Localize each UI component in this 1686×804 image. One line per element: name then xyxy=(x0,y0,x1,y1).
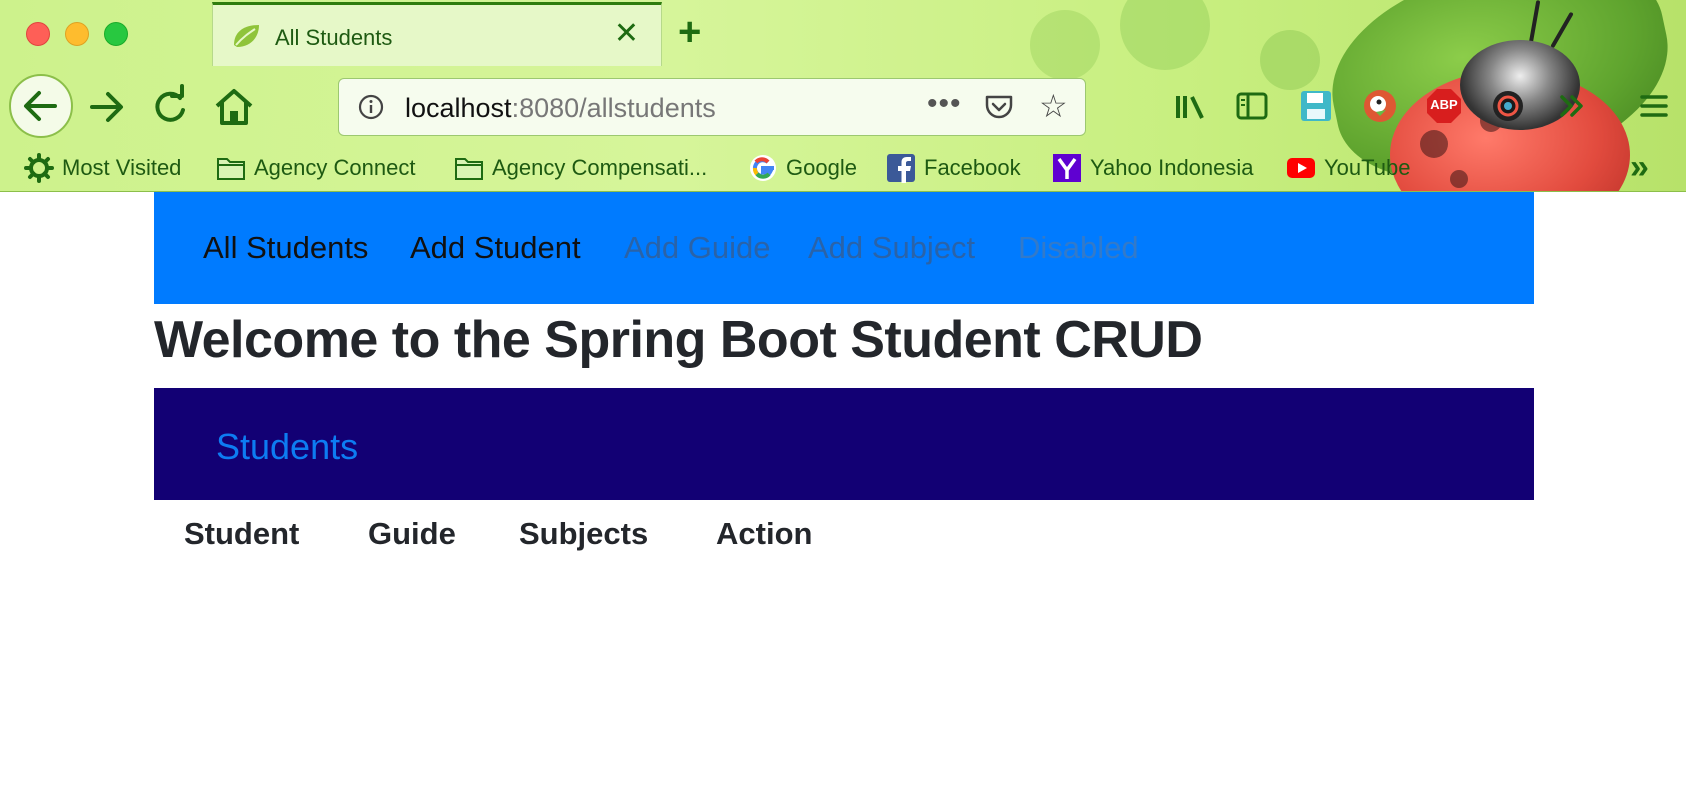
students-table-header: Student Guide Subjects Action xyxy=(154,504,1534,554)
home-icon xyxy=(215,89,253,125)
browser-chrome: All Students ✕ + localhost:8080/allstude… xyxy=(0,0,1686,192)
pocket-icon[interactable] xyxy=(983,91,1015,123)
tab-title: All Students xyxy=(275,25,393,50)
gear-icon xyxy=(24,153,54,183)
top-navbar: All Students Add Student Add Guide Add S… xyxy=(154,192,1534,304)
bookmarks-toolbar: Most Visited Agency Connect Agency Compe… xyxy=(0,148,1686,188)
bookmark-agency-connect[interactable]: Agency Connect xyxy=(216,152,415,184)
adblock-plus-label: ABP xyxy=(1430,97,1458,112)
bookmark-label: Google xyxy=(786,155,857,180)
nav-add-subject[interactable]: Add Subject xyxy=(808,230,975,266)
duckduckgo-icon[interactable] xyxy=(1362,88,1398,124)
minimize-window-button[interactable] xyxy=(65,22,89,46)
bookmark-label: Agency Compensati... xyxy=(492,155,708,180)
bookmark-yahoo[interactable]: Yahoo Indonesia xyxy=(1052,152,1254,184)
reload-button[interactable] xyxy=(140,78,198,136)
close-window-button[interactable] xyxy=(26,22,50,46)
overflow-chevron-icon[interactable] xyxy=(1554,88,1590,124)
column-header-action: Action xyxy=(716,516,813,551)
browser-tab[interactable]: All Students ✕ xyxy=(212,2,662,66)
bookmark-label: YouTube xyxy=(1324,155,1411,180)
bookmark-label: Most Visited xyxy=(62,155,182,180)
column-header-subjects: Subjects xyxy=(519,516,649,551)
bookmark-agency-compensation[interactable]: Agency Compensati... xyxy=(454,152,707,184)
folder-icon xyxy=(455,158,483,180)
nav-all-students[interactable]: All Students xyxy=(203,230,368,266)
google-icon xyxy=(750,155,776,181)
page-title: Welcome to the Spring Boot Student CRUD xyxy=(154,311,1203,369)
nav-disabled: Disabled xyxy=(1018,230,1139,265)
forward-button[interactable] xyxy=(78,78,136,136)
library-icon[interactable] xyxy=(1172,88,1208,124)
back-arrow-icon xyxy=(24,91,57,121)
bookmark-facebook[interactable]: Facebook xyxy=(886,152,1021,184)
page-content: All Students Add Student Add Guide Add S… xyxy=(0,192,1686,804)
nav-add-guide[interactable]: Add Guide xyxy=(624,230,771,266)
yahoo-icon xyxy=(1053,154,1081,182)
background-decoration xyxy=(1260,30,1320,90)
page-actions-icon[interactable]: ••• xyxy=(927,87,962,121)
bookmark-youtube[interactable]: YouTube xyxy=(1286,152,1410,184)
save-page-icon[interactable] xyxy=(1298,88,1334,124)
bookmark-label: Agency Connect xyxy=(254,155,416,180)
address-bar[interactable]: localhost:8080/allstudents ••• ☆ xyxy=(338,78,1086,136)
back-button[interactable] xyxy=(9,74,73,138)
column-header-guide: Guide xyxy=(368,516,456,551)
spring-leaf-icon xyxy=(234,25,259,47)
youtube-icon xyxy=(1287,158,1315,178)
background-decoration xyxy=(1030,10,1100,80)
reload-icon xyxy=(155,84,185,122)
column-header-student: Student xyxy=(184,516,300,551)
info-icon[interactable] xyxy=(357,93,385,121)
students-heading: Students xyxy=(216,426,359,467)
adblock-plus-icon[interactable]: ABP xyxy=(1426,88,1462,124)
url-text[interactable]: localhost:8080/allstudents xyxy=(405,93,716,124)
camera-extension-icon[interactable] xyxy=(1490,88,1526,124)
sidebar-icon[interactable] xyxy=(1234,88,1270,124)
students-header-banner: Students xyxy=(154,388,1534,500)
facebook-icon xyxy=(887,154,915,183)
bookmarks-overflow-icon[interactable]: » xyxy=(1630,150,1649,184)
bookmark-label: Yahoo Indonesia xyxy=(1090,155,1254,180)
background-decoration xyxy=(1120,0,1210,70)
forward-arrow-icon xyxy=(90,92,123,122)
folder-icon xyxy=(217,158,245,180)
bookmark-most-visited[interactable]: Most Visited xyxy=(24,152,181,184)
hamburger-menu-icon[interactable] xyxy=(1636,88,1672,124)
nav-add-student[interactable]: Add Student xyxy=(410,230,581,266)
new-tab-button[interactable]: + xyxy=(678,8,701,56)
maximize-window-button[interactable] xyxy=(104,22,128,46)
tab-close-icon[interactable]: ✕ xyxy=(614,19,639,49)
home-button[interactable] xyxy=(205,78,263,136)
bookmark-google[interactable]: Google xyxy=(748,152,857,184)
bookmark-star-icon[interactable]: ☆ xyxy=(1039,89,1068,123)
bookmark-label: Facebook xyxy=(924,155,1021,180)
